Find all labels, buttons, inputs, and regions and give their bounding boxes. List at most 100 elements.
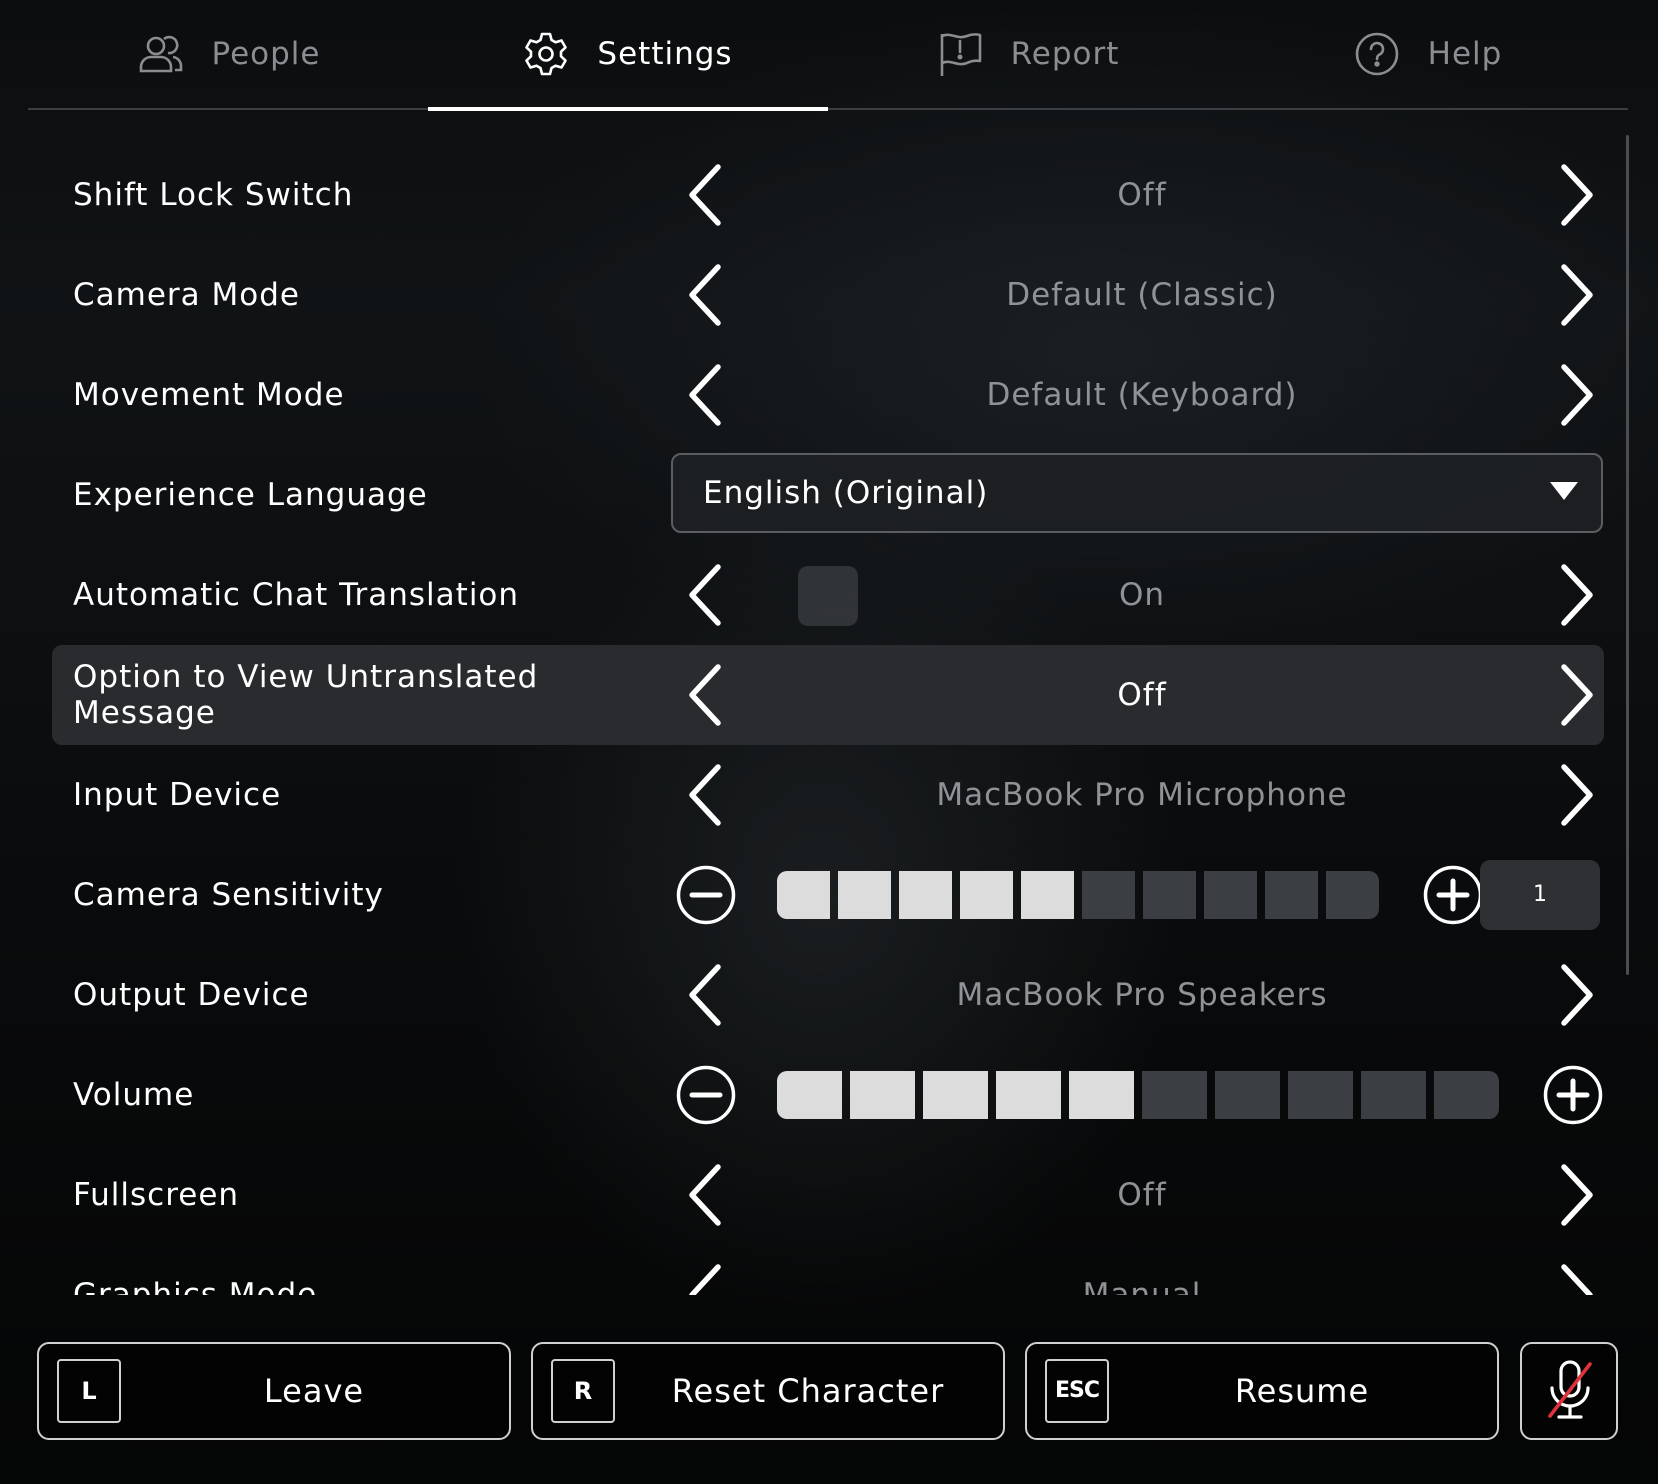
- keyboard-shortcut-key: ESC: [1045, 1359, 1109, 1423]
- help-icon: [1354, 31, 1400, 77]
- next-option-button[interactable]: [1552, 160, 1602, 230]
- setting-label-line: Option to View Untranslated: [73, 659, 539, 695]
- chevron-left-icon: [680, 560, 730, 630]
- next-option-button[interactable]: [1552, 960, 1602, 1030]
- slider-segment-empty[interactable]: [1142, 1071, 1207, 1119]
- camera-sensitivity-slider[interactable]: [777, 871, 1379, 919]
- next-option-button[interactable]: [1552, 1260, 1602, 1295]
- increase-button[interactable]: [1422, 864, 1484, 926]
- slider-segment-filled[interactable]: [960, 871, 1013, 919]
- slider-segment-empty[interactable]: [1265, 871, 1318, 919]
- minus-circle-icon: [675, 864, 737, 926]
- chevron-right-icon: [1552, 960, 1602, 1030]
- keyboard-shortcut-key: R: [551, 1359, 615, 1423]
- decrease-button[interactable]: [675, 864, 737, 926]
- next-option-button[interactable]: [1552, 360, 1602, 430]
- setting-value: Default (Classic): [1006, 277, 1278, 313]
- tab-help[interactable]: Help: [1228, 0, 1628, 108]
- setting-label: Shift Lock Switch: [73, 177, 354, 213]
- slider-segment-empty[interactable]: [1215, 1071, 1280, 1119]
- setting-label: Experience Language: [73, 477, 428, 513]
- flag-icon: [937, 30, 983, 78]
- tab-label: Report: [1010, 36, 1120, 72]
- previous-option-button[interactable]: [680, 360, 730, 430]
- next-option-button[interactable]: [1552, 760, 1602, 830]
- setting-label: Camera Mode: [73, 277, 300, 313]
- slider-segment-filled[interactable]: [777, 871, 830, 919]
- people-icon: [136, 32, 184, 76]
- setting-label: Movement Mode: [73, 377, 345, 413]
- mute-microphone-button[interactable]: [1520, 1342, 1618, 1440]
- tab-report[interactable]: Report: [828, 0, 1228, 108]
- scrollbar[interactable]: [1626, 135, 1629, 975]
- setting-row-camera-mode: Camera Mode Default (Classic): [52, 245, 1604, 345]
- setting-value: MacBook Pro Microphone: [936, 777, 1348, 813]
- slider-segment-empty[interactable]: [1361, 1071, 1426, 1119]
- button-label: Reset Character: [671, 1372, 945, 1410]
- minus-circle-icon: [675, 1064, 737, 1126]
- slider-segment-empty[interactable]: [1434, 1071, 1499, 1119]
- tab-people[interactable]: People: [28, 0, 428, 108]
- leave-button[interactable]: L Leave: [37, 1342, 511, 1440]
- plus-circle-icon: [1422, 864, 1484, 926]
- increase-button[interactable]: [1542, 1064, 1604, 1126]
- slider-segment-empty[interactable]: [1204, 871, 1257, 919]
- next-option-button[interactable]: [1552, 260, 1602, 330]
- previous-option-button[interactable]: [680, 660, 730, 730]
- slider-segment-filled[interactable]: [899, 871, 952, 919]
- tab-label: People: [211, 36, 321, 72]
- slider-segment-filled[interactable]: [996, 1071, 1061, 1119]
- previous-option-button[interactable]: [680, 1260, 730, 1295]
- slider-segment-filled[interactable]: [1069, 1071, 1134, 1119]
- slider-segment-empty[interactable]: [1143, 871, 1196, 919]
- tab-label: Help: [1427, 36, 1503, 72]
- setting-label: Option to View Untranslated Message: [73, 659, 633, 731]
- setting-row-output-device: Output Device MacBook Pro Speakers: [52, 945, 1604, 1045]
- tab-bar: People Settings Report Help: [28, 0, 1628, 111]
- setting-row-camera-sensitivity: Camera Sensitivity 1: [52, 845, 1604, 945]
- chevron-right-icon: [1552, 360, 1602, 430]
- slider-segment-empty[interactable]: [1326, 871, 1379, 919]
- volume-slider[interactable]: [777, 1071, 1499, 1119]
- setting-value: Off: [1117, 177, 1167, 213]
- next-option-button[interactable]: [1552, 660, 1602, 730]
- setting-value: Manual: [1082, 1277, 1202, 1295]
- next-option-button[interactable]: [1552, 1160, 1602, 1230]
- chevron-left-icon: [680, 660, 730, 730]
- tab-settings[interactable]: Settings: [428, 0, 828, 111]
- slider-segment-filled[interactable]: [777, 1071, 842, 1119]
- previous-option-button[interactable]: [680, 760, 730, 830]
- button-label: Leave: [263, 1372, 365, 1410]
- reset-character-button[interactable]: R Reset Character: [531, 1342, 1005, 1440]
- settings-list: Shift Lock Switch Off Camera Mode Defaul…: [52, 145, 1604, 1295]
- setting-row-volume: Volume: [52, 1045, 1604, 1145]
- slider-segment-filled[interactable]: [838, 871, 891, 919]
- decrease-button[interactable]: [675, 1064, 737, 1126]
- slider-segment-filled[interactable]: [923, 1071, 988, 1119]
- setting-label: Graphics Mode: [73, 1277, 318, 1295]
- previous-option-button[interactable]: [680, 260, 730, 330]
- slider-segment-filled[interactable]: [850, 1071, 915, 1119]
- setting-value: Default (Keyboard): [986, 377, 1298, 413]
- settings-menu: People Settings Report Help Shift Lock S…: [0, 0, 1658, 1484]
- previous-option-button[interactable]: [680, 960, 730, 1030]
- dropdown-selected-value: English (Original): [703, 475, 989, 511]
- resume-button[interactable]: ESC Resume: [1025, 1342, 1499, 1440]
- slider-segment-empty[interactable]: [1288, 1071, 1353, 1119]
- chevron-right-icon: [1552, 260, 1602, 330]
- tab-label: Settings: [597, 36, 733, 72]
- chevron-right-icon: [1552, 160, 1602, 230]
- slider-segment-empty[interactable]: [1082, 871, 1135, 919]
- language-dropdown[interactable]: English (Original): [671, 453, 1603, 533]
- setting-label: Output Device: [73, 977, 310, 1013]
- plus-circle-icon: [1542, 1064, 1604, 1126]
- setting-row-graphics-mode: Graphics Mode Manual: [52, 1245, 1604, 1295]
- setting-row-view-untranslated: Option to View Untranslated Message Off: [52, 645, 1604, 745]
- camera-sensitivity-input[interactable]: 1: [1480, 860, 1600, 930]
- next-option-button[interactable]: [1552, 560, 1602, 630]
- chevron-left-icon: [680, 760, 730, 830]
- slider-segment-filled[interactable]: [1021, 871, 1074, 919]
- previous-option-button[interactable]: [680, 160, 730, 230]
- previous-option-button[interactable]: [680, 560, 730, 630]
- previous-option-button[interactable]: [680, 1160, 730, 1230]
